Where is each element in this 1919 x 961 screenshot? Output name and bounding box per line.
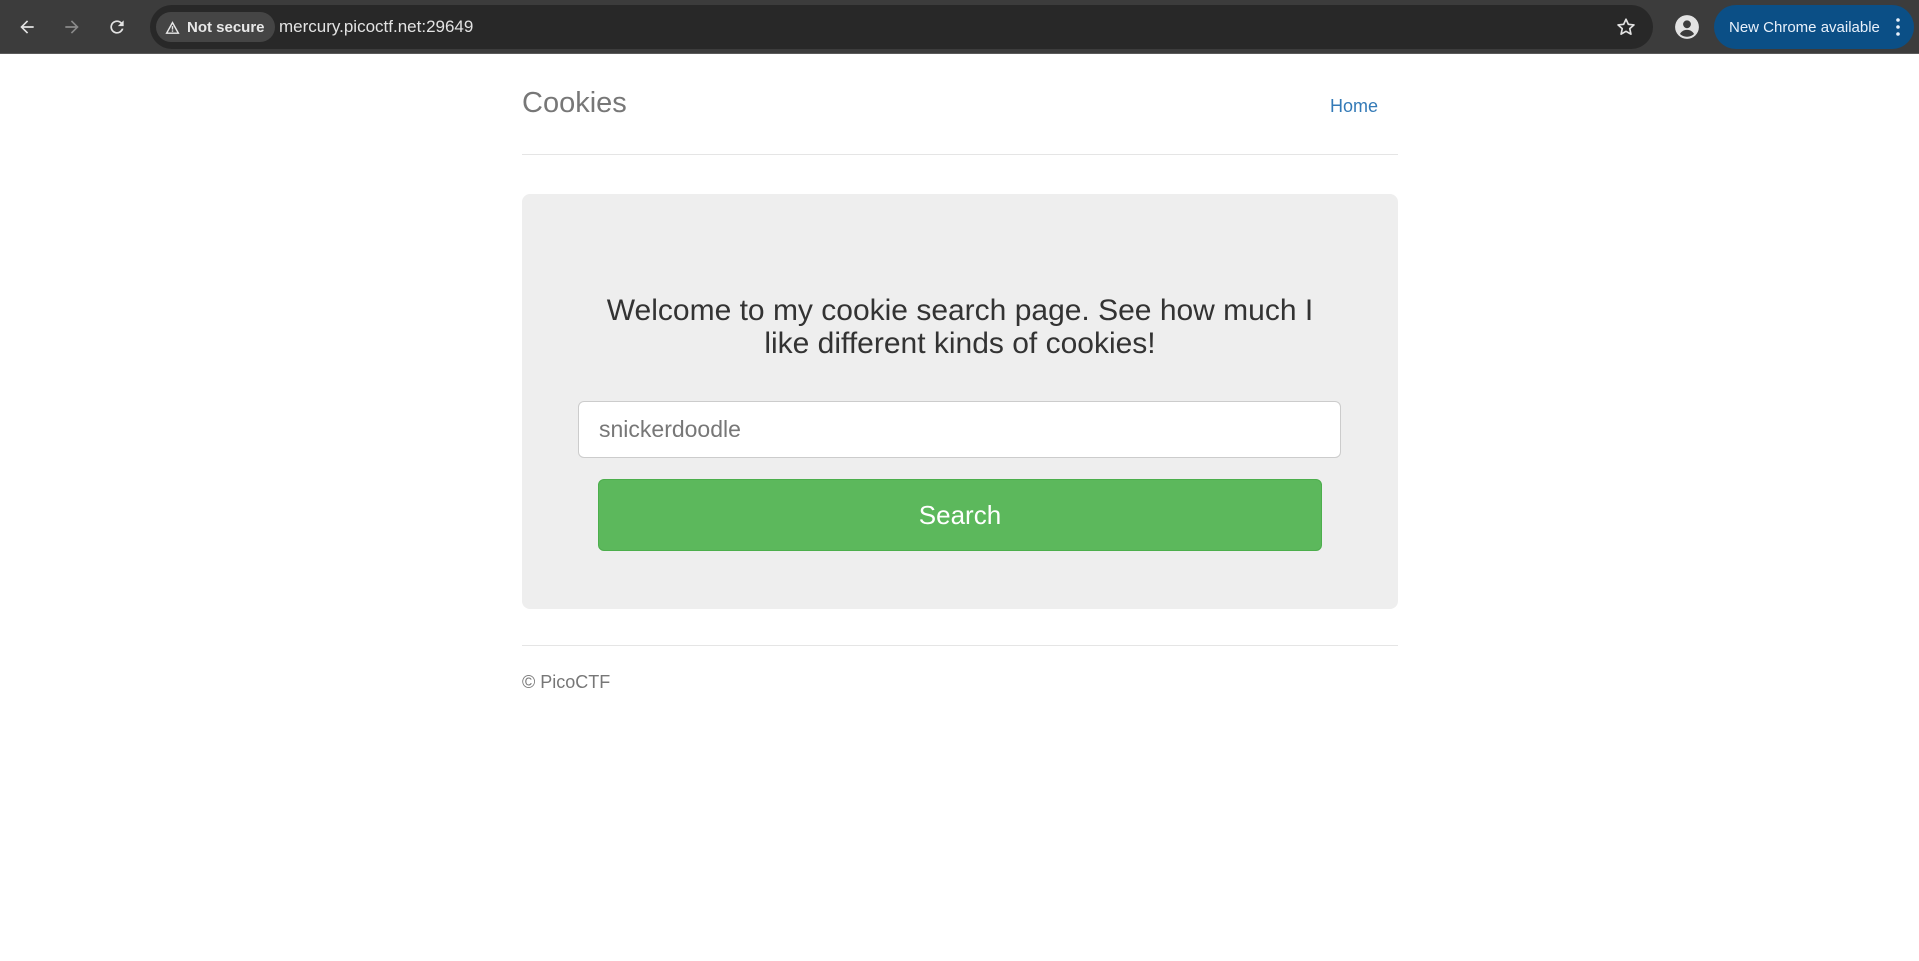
star-icon[interactable] — [1615, 16, 1637, 38]
security-label: Not secure — [187, 18, 265, 36]
back-button[interactable] — [9, 9, 45, 45]
welcome-text: Welcome to my cookie search page. See ho… — [606, 294, 1314, 360]
site-security-chip[interactable]: Not secure — [156, 12, 275, 42]
more-vert-icon — [1896, 18, 1900, 36]
back-arrow-icon — [20, 20, 34, 34]
profile-button[interactable] — [1672, 12, 1702, 42]
address-bar[interactable]: Not secure mercury.picoctf.net:29649 — [150, 5, 1653, 49]
browser-toolbar: Not secure mercury.picoctf.net:29649 New… — [0, 0, 1919, 54]
search-button[interactable]: Search — [598, 479, 1322, 551]
url-text[interactable]: mercury.picoctf.net:29649 — [279, 5, 473, 49]
site-header: Cookies Home — [522, 54, 1398, 155]
update-label: New Chrome available — [1729, 18, 1880, 36]
home-link[interactable]: Home — [1330, 96, 1378, 117]
profile-icon — [1675, 15, 1699, 39]
warning-triangle-icon — [165, 20, 180, 34]
forward-arrow-icon — [65, 20, 79, 34]
reload-button[interactable] — [99, 9, 135, 45]
copyright-text: © PicoCTF — [522, 672, 611, 692]
forward-button[interactable] — [54, 9, 90, 45]
cookie-search-input[interactable] — [578, 401, 1341, 458]
site-title: Cookies — [522, 87, 627, 119]
chrome-update-button[interactable]: New Chrome available — [1714, 5, 1914, 49]
reload-icon — [110, 20, 124, 34]
search-panel: Welcome to my cookie search page. See ho… — [522, 194, 1398, 609]
site-footer: © PicoCTF — [522, 645, 1398, 692]
page-container: Cookies Home Welcome to my cookie search… — [522, 54, 1398, 692]
